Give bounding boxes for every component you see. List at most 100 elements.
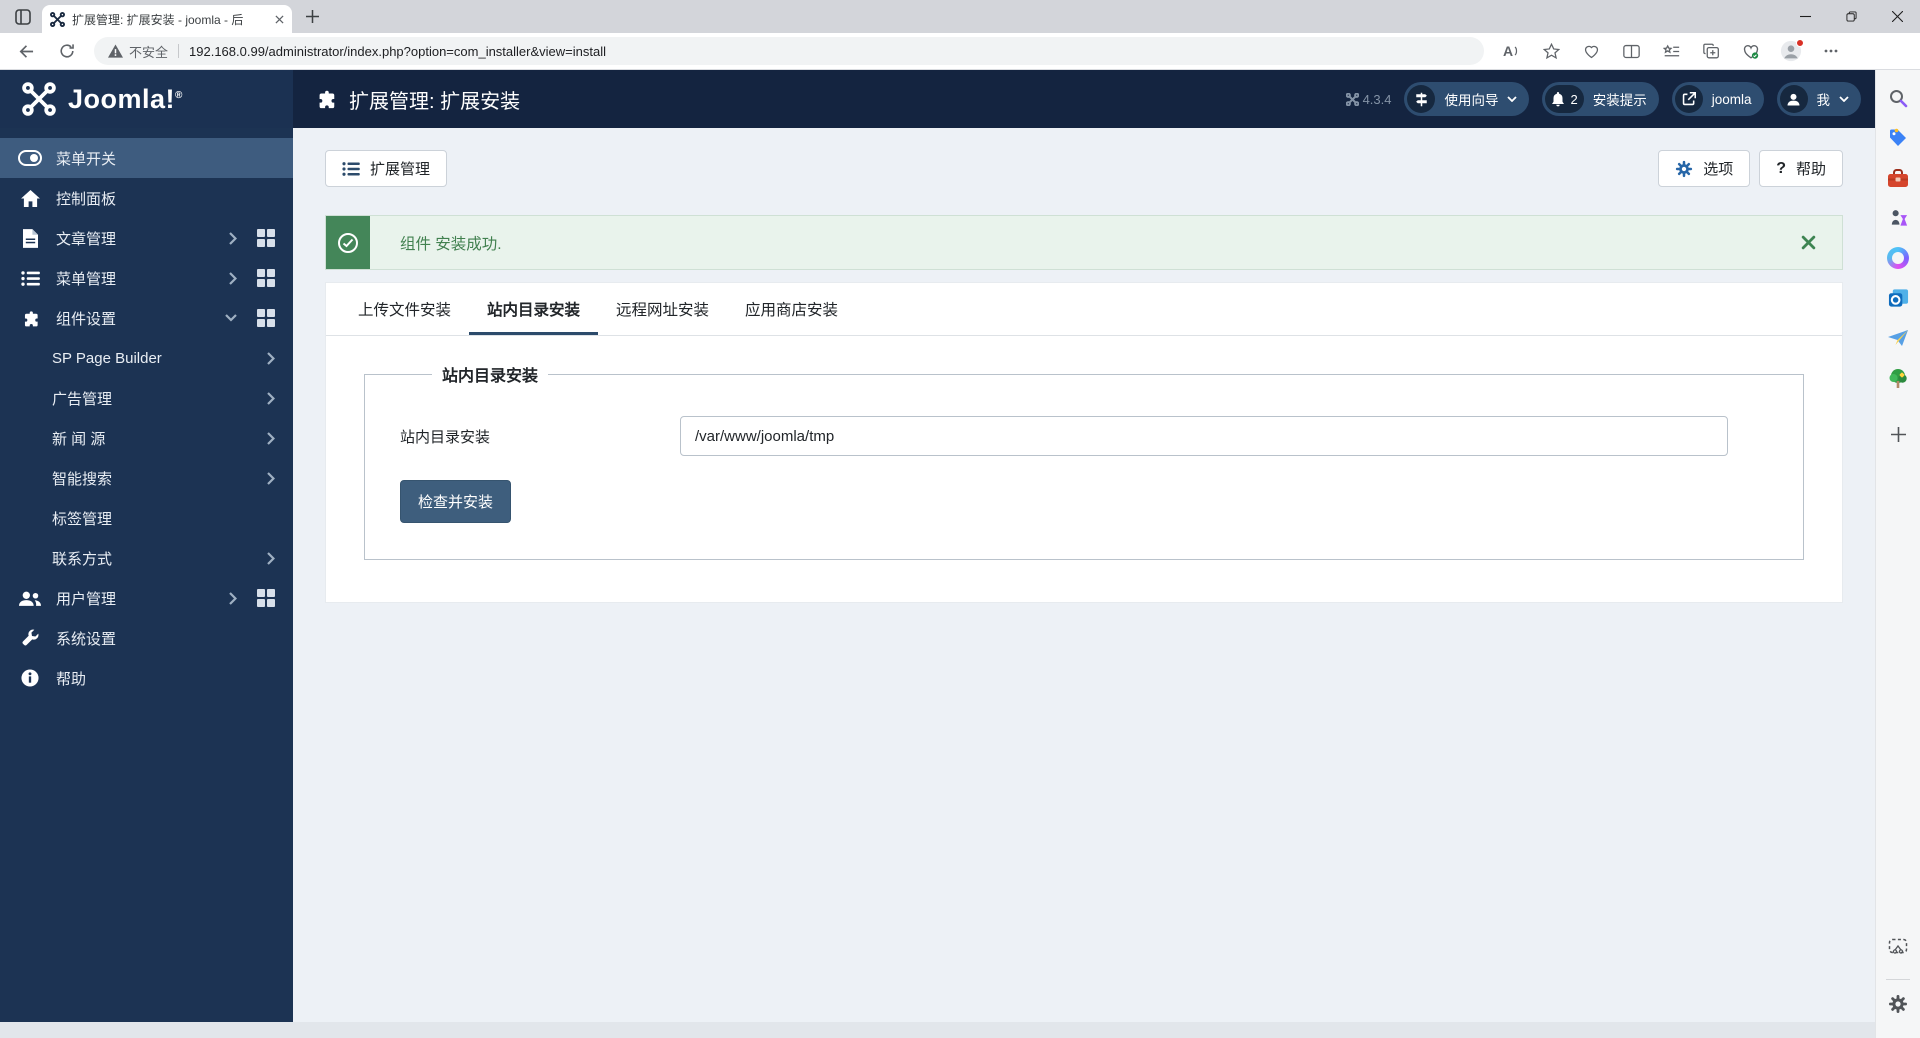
- chevron-down-icon: [1507, 96, 1518, 102]
- browser-tab[interactable]: 扩展管理: 扩展安装 - joomla - 后: [42, 5, 292, 33]
- logo-wordmark: Joomla!®: [68, 83, 183, 114]
- admin-header: Joomla!® 扩展管理: 扩展安装 4.3.4 使用向导 2 安装提示 jo…: [0, 70, 1875, 128]
- toolbar: 扩展管理 选项 ? 帮助: [325, 150, 1843, 187]
- options-button[interactable]: 选项: [1658, 150, 1751, 187]
- sidebar-item-components[interactable]: 组件设置: [0, 298, 293, 338]
- header-actions: 4.3.4 使用向导 2 安装提示 joomla 我: [1345, 82, 1861, 116]
- tab-upload-package[interactable]: 上传文件安装: [340, 283, 469, 335]
- restore-button[interactable]: [1828, 0, 1874, 33]
- sidebar-subitem-contacts[interactable]: 联系方式: [0, 538, 293, 578]
- joomla-version: 4.3.4: [1345, 92, 1391, 107]
- check-circle-icon: [326, 216, 370, 269]
- tab-install-from-web[interactable]: 应用商店安装: [727, 283, 856, 335]
- essentials-icon[interactable]: [1576, 37, 1606, 65]
- user-menu-button[interactable]: 我: [1776, 82, 1861, 116]
- sidebar-item-menus[interactable]: 菜单管理: [0, 258, 293, 298]
- user-icon: [1787, 93, 1800, 105]
- joomla-mark-icon: [22, 82, 56, 116]
- external-link-icon: [1682, 92, 1696, 106]
- url-field[interactable]: 不安全 192.168.0.99/administrator/index.php…: [94, 37, 1484, 65]
- chevron-right-icon: [267, 391, 275, 405]
- toolbar-help-button[interactable]: ? 帮助: [1759, 150, 1843, 187]
- dashboard-grid-icon[interactable]: [257, 229, 275, 247]
- chevron-right-icon: [267, 551, 275, 565]
- sidebar-subitem-smart-search[interactable]: 智能搜索: [0, 458, 293, 498]
- article-icon: [18, 228, 42, 248]
- tab-install-from-folder[interactable]: 站内目录安装: [469, 283, 599, 335]
- joomla-favicon: [50, 11, 65, 27]
- add-sidebar-icon[interactable]: [1884, 420, 1912, 448]
- chevron-right-icon: [267, 351, 275, 365]
- alert-close-button[interactable]: [1775, 216, 1842, 269]
- edge-sidebar-bottom: [1884, 933, 1912, 1038]
- view-site-button[interactable]: joomla: [1671, 82, 1764, 116]
- sidebar-subitem-tags[interactable]: 标签管理: [0, 498, 293, 538]
- tab-install-from-url[interactable]: 远程网址安装: [598, 283, 727, 335]
- duplicate-tab-icon[interactable]: [1696, 37, 1726, 65]
- info-icon: [18, 669, 42, 687]
- dashboard-grid-icon[interactable]: [257, 309, 275, 327]
- avatar-notification-dot: [1796, 39, 1804, 47]
- scrollbar-track[interactable]: [0, 1022, 1875, 1038]
- favorite-star-icon[interactable]: [1536, 37, 1566, 65]
- sidebar-item-dashboard[interactable]: 控制面板: [0, 178, 293, 218]
- minimize-button[interactable]: [1782, 0, 1828, 33]
- tools-icon[interactable]: [1884, 164, 1912, 192]
- chevron-right-icon: [267, 471, 275, 485]
- check-and-install-button[interactable]: 检查并安装: [400, 480, 512, 523]
- chevron-right-icon: [229, 591, 237, 605]
- sidebar-item-users[interactable]: 用户管理: [0, 578, 293, 618]
- extensions-manage-button[interactable]: 扩展管理: [325, 150, 448, 187]
- list-icon: [342, 161, 360, 176]
- avatar[interactable]: [1776, 37, 1806, 65]
- back-icon[interactable]: [8, 36, 42, 66]
- browser-actions: A: [1496, 37, 1846, 65]
- dashboard-grid-icon[interactable]: [257, 589, 275, 607]
- tab-close-icon[interactable]: [275, 14, 284, 24]
- split-screen-icon[interactable]: [1616, 37, 1646, 65]
- install-folder-label: 站内目录安装: [400, 428, 491, 446]
- close-button[interactable]: [1874, 0, 1920, 33]
- sidebar-item-content[interactable]: 文章管理: [0, 218, 293, 258]
- address-divider: [178, 44, 180, 58]
- joomla-logo[interactable]: Joomla!®: [0, 70, 293, 128]
- games-icon[interactable]: [1884, 204, 1912, 232]
- collections-icon[interactable]: [1656, 37, 1686, 65]
- sidebar-subitem-news-feeds[interactable]: 新 闻 源: [0, 418, 293, 458]
- sidebar-subitem-banners[interactable]: 广告管理: [0, 378, 293, 418]
- sidebar-item-menu-toggle[interactable]: 菜单开关: [0, 138, 293, 178]
- install-folder-input[interactable]: [680, 416, 1728, 456]
- success-alert: 组件 安装成功.: [325, 215, 1843, 270]
- install-folder-fieldset: 站内目录安装 站内目录安装 检查并安装: [364, 362, 1804, 560]
- sidebar-subitem-sp-page-builder[interactable]: SP Page Builder: [0, 338, 293, 378]
- outlook-icon[interactable]: [1884, 284, 1912, 312]
- gear-icon: [1676, 160, 1693, 177]
- joomla-mini-icon: [1345, 92, 1359, 106]
- browser-tab-strip: 扩展管理: 扩展安装 - joomla - 后: [0, 0, 1920, 33]
- edge-settings-gear-icon[interactable]: [1884, 990, 1912, 1018]
- shopping-icon[interactable]: [1884, 124, 1912, 152]
- workspaces-icon[interactable]: [8, 5, 38, 29]
- screenshot-icon[interactable]: [1884, 933, 1912, 961]
- tree-icon[interactable]: [1884, 364, 1912, 392]
- bell-icon: [1552, 91, 1565, 106]
- window-controls: [1782, 0, 1920, 33]
- dashboard-grid-icon[interactable]: [257, 269, 275, 287]
- joomla-admin-page: Joomla!® 扩展管理: 扩展安装 4.3.4 使用向导 2 安装提示 jo…: [0, 70, 1875, 1022]
- guided-tour-button[interactable]: 使用向导: [1404, 82, 1530, 116]
- search-icon[interactable]: [1884, 84, 1912, 112]
- rewards-icon[interactable]: [1736, 37, 1766, 65]
- more-menu-icon[interactable]: [1816, 37, 1846, 65]
- home-icon: [18, 189, 42, 207]
- sidebar-item-help[interactable]: 帮助: [0, 658, 293, 698]
- post-install-messages-button[interactable]: 2 安装提示: [1542, 82, 1659, 116]
- refresh-icon[interactable]: [50, 36, 84, 66]
- read-aloud-icon[interactable]: A: [1496, 37, 1526, 65]
- tab-panel-install-from-folder: 站内目录安装 站内目录安装 检查并安装: [326, 336, 1842, 602]
- drop-flight-icon[interactable]: [1884, 324, 1912, 352]
- chevron-down-icon: [1839, 96, 1849, 102]
- new-tab-button[interactable]: [298, 3, 326, 31]
- sidebar-item-system[interactable]: 系统设置: [0, 618, 293, 658]
- question-mark-icon: ?: [1776, 159, 1786, 177]
- copilot-icon[interactable]: [1884, 244, 1912, 272]
